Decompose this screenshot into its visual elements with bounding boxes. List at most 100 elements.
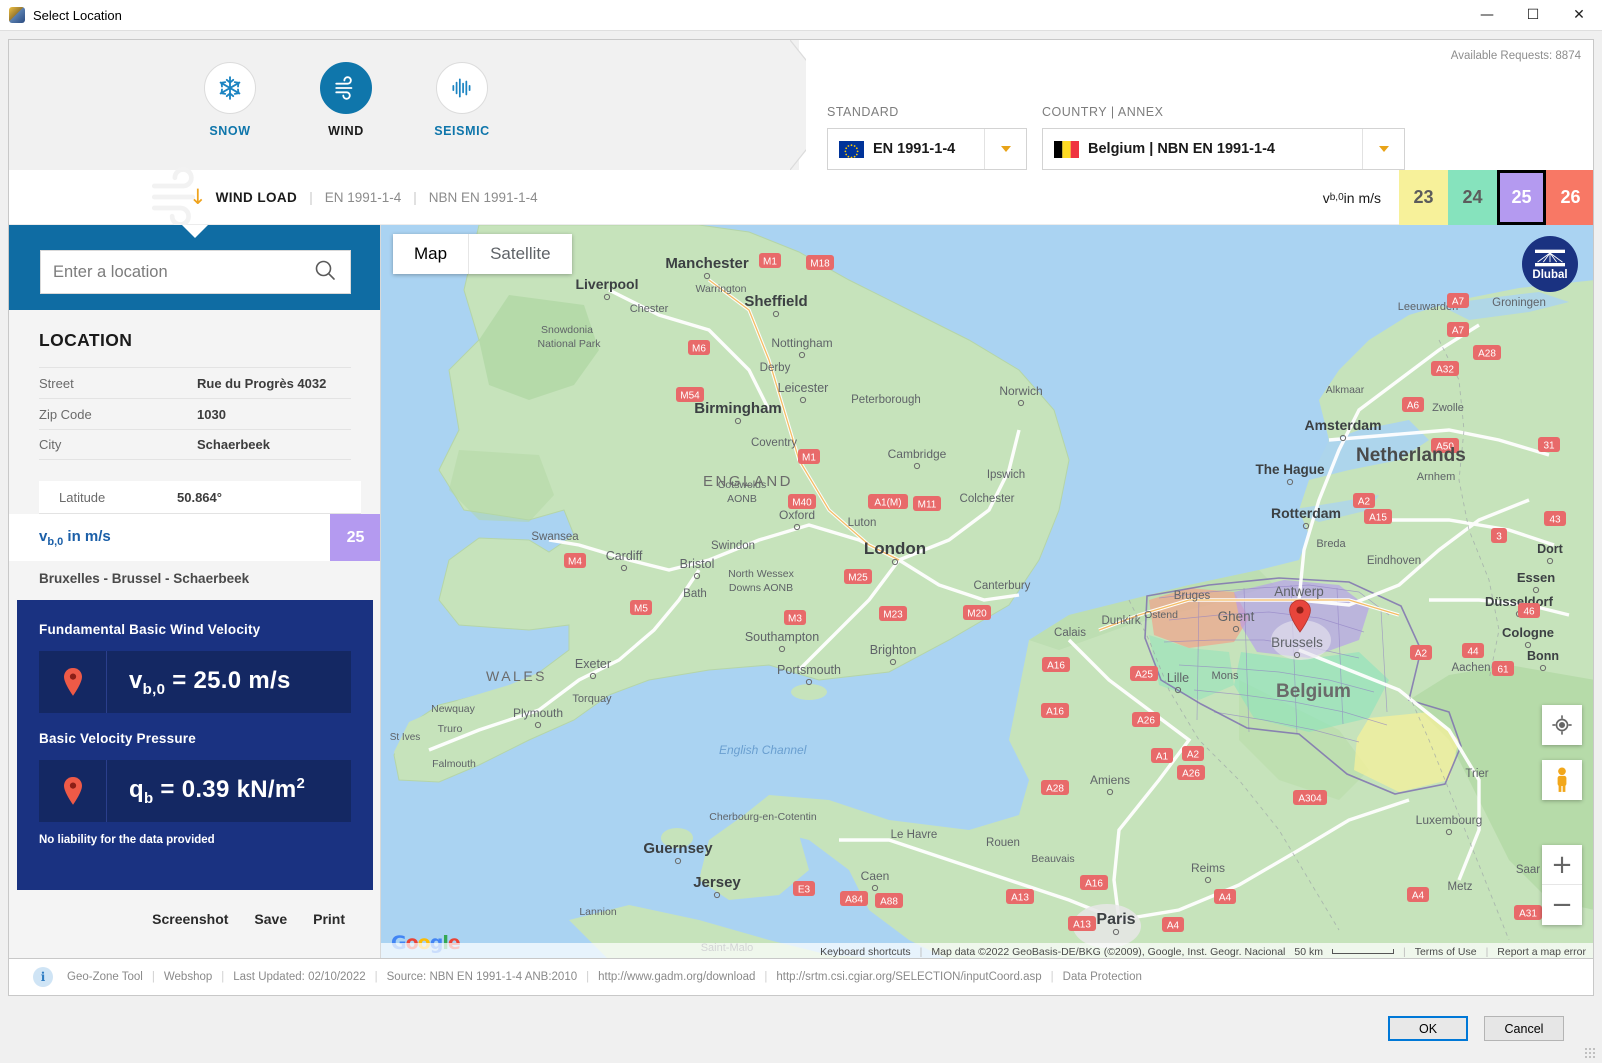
svg-text:A1(M): A1(M) <box>874 498 901 509</box>
close-button[interactable]: ✕ <box>1556 0 1602 31</box>
svg-text:A2: A2 <box>1358 497 1371 508</box>
map-type-map[interactable]: Map <box>393 234 470 274</box>
svg-text:A304: A304 <box>1298 794 1322 805</box>
terms-of-use-link[interactable]: Terms of Use <box>1415 946 1477 958</box>
keyboard-shortcuts-link[interactable]: Keyboard shortcuts <box>820 946 910 958</box>
load-type-seismic[interactable]: SEISMIC <box>431 62 493 138</box>
load-bar-title-group: ↓ WIND LOAD | EN 1991-1-4 | NBN EN 1991-… <box>189 187 538 208</box>
map-place-dot <box>1106 788 1114 796</box>
top-ribbon: SNOW WIND SEISMIC Available Requests: 88… <box>9 40 1593 170</box>
zone-swatch-24[interactable]: 24 <box>1448 170 1497 225</box>
velocity-pressure-title: Basic Velocity Pressure <box>39 731 196 746</box>
window-controls: — ☐ ✕ <box>1464 0 1602 31</box>
field-latitude: Latitude 50.864° <box>39 481 361 514</box>
map-place-label: Southampton <box>745 630 819 644</box>
cancel-button[interactable]: Cancel <box>1484 1016 1564 1041</box>
svg-text:31: 31 <box>1543 441 1555 452</box>
save-link[interactable]: Save <box>254 911 287 927</box>
motorway-shield: A2 <box>1182 746 1204 761</box>
motorway-shield: A28 <box>1473 345 1501 360</box>
vb0-summary-row: vb,0 in m/s 25 <box>9 514 380 561</box>
search-icon[interactable] <box>313 258 337 287</box>
map-place-dot <box>1232 625 1240 633</box>
location-heading: LOCATION <box>39 330 133 350</box>
map-scale-label: 50 km <box>1294 945 1323 958</box>
velocity-pressure-value-box: qb = 0.39 kN/m2 <box>39 760 351 822</box>
map-type-satellite[interactable]: Satellite <box>469 234 571 274</box>
map-place-label: Le Havre <box>891 829 938 841</box>
map-place-dot <box>889 658 897 666</box>
map-place-label: Rouen <box>986 837 1020 849</box>
load-type-wind[interactable]: WIND <box>315 62 377 138</box>
svg-text:A13: A13 <box>1073 920 1091 931</box>
map-place-label: Cambridge <box>888 447 947 461</box>
svg-text:A4: A4 <box>1219 893 1232 904</box>
map-place-label: Ghent <box>1218 609 1255 624</box>
ok-button[interactable]: OK <box>1388 1016 1468 1041</box>
svg-text:M6: M6 <box>692 344 706 355</box>
print-link[interactable]: Print <box>313 911 345 927</box>
zoom-out-button[interactable]: − <box>1542 885 1582 925</box>
map-place-dot <box>589 672 597 680</box>
locate-me-icon[interactable] <box>1542 705 1582 745</box>
map-scale-bar <box>1331 949 1394 954</box>
svg-text:A26: A26 <box>1182 769 1200 780</box>
report-map-error-link[interactable]: Report a map error <box>1497 946 1586 958</box>
minimize-button[interactable]: — <box>1464 0 1510 31</box>
map-place-label: Rotterdam <box>1271 505 1341 521</box>
screenshot-link[interactable]: Screenshot <box>152 911 228 927</box>
street-view-pegman-icon[interactable] <box>1542 760 1582 800</box>
motorway-shield: A4 <box>1407 887 1429 902</box>
map-place-dot <box>871 884 879 892</box>
map-place-label: Ipswich <box>987 469 1025 481</box>
dlubal-logo[interactable]: Dlubal <box>1522 236 1578 292</box>
motorway-shield: A28 <box>1041 780 1069 795</box>
search-box[interactable] <box>40 250 351 294</box>
country-dropdown-arrow[interactable] <box>1362 129 1404 169</box>
footer-geo-zone-tool[interactable]: Geo-Zone Tool <box>67 971 143 983</box>
footer-webshop[interactable]: Webshop <box>164 971 212 983</box>
field-label: Street <box>39 375 74 391</box>
divider: | <box>1485 945 1489 958</box>
zoom-in-button[interactable]: + <box>1542 845 1582 885</box>
available-requests: Available Requests: 8874 <box>1450 50 1581 62</box>
map-place-dot <box>1532 586 1540 594</box>
map-place-label: Lannion <box>579 906 617 918</box>
field-value: Schaerbeek <box>197 437 270 452</box>
map-place-label: Cologne <box>1502 625 1554 640</box>
field-label: Latitude <box>59 489 106 505</box>
footer-srtm-link[interactable]: http://srtm.csi.cgiar.org/SELECTION/inpu… <box>776 971 1041 983</box>
footer-gadm-link[interactable]: http://www.gadm.org/download <box>598 971 755 983</box>
zone-swatch-23[interactable]: 23 <box>1399 170 1448 225</box>
map-place-label: Falmouth <box>432 758 476 770</box>
standard-dropdown-arrow[interactable] <box>984 129 1026 169</box>
map-place-dot <box>913 462 921 470</box>
map-viewport[interactable]: Manchester Liverpool Sheffield Chester Warri… <box>381 225 1593 958</box>
svg-text:A6: A6 <box>1407 401 1420 412</box>
load-type-snow[interactable]: SNOW <box>199 62 261 138</box>
map-place-label: Torquay <box>572 693 612 705</box>
standard-dropdown[interactable]: EN 1991-1-4 <box>827 128 1027 170</box>
map-place-label: Norwich <box>999 384 1042 398</box>
maximize-button[interactable]: ☐ <box>1510 0 1556 31</box>
svg-text:A13: A13 <box>1011 893 1029 904</box>
motorway-shield: A84 <box>840 891 868 906</box>
map-place-dot <box>1445 828 1453 836</box>
dialog-button-bar: OK Cancel <box>0 1006 1602 1063</box>
load-bar-annex: NBN EN 1991-1-4 <box>428 190 538 205</box>
country-label: COUNTRY | ANNEX <box>1042 105 1164 119</box>
zone-swatch-26[interactable]: 26 <box>1546 170 1593 225</box>
zone-swatch-25[interactable]: 25 <box>1497 170 1546 225</box>
country-annex-dropdown[interactable]: Belgium | NBN EN 1991-1-4 <box>1042 128 1405 170</box>
map-place-dot <box>693 572 701 580</box>
resize-grip[interactable] <box>1584 1047 1596 1059</box>
search-input[interactable] <box>41 252 313 292</box>
motorway-shield: A7 <box>1447 293 1469 308</box>
arrow-down-icon: ↓ <box>189 185 207 209</box>
chevron-down-icon <box>1378 146 1389 152</box>
map-place-dot <box>772 310 780 318</box>
footer-data-protection[interactable]: Data Protection <box>1063 971 1142 983</box>
svg-text:M20: M20 <box>967 609 987 620</box>
map-place-label: North Wessex <box>728 568 794 580</box>
map-place-label: Derby <box>760 362 791 374</box>
